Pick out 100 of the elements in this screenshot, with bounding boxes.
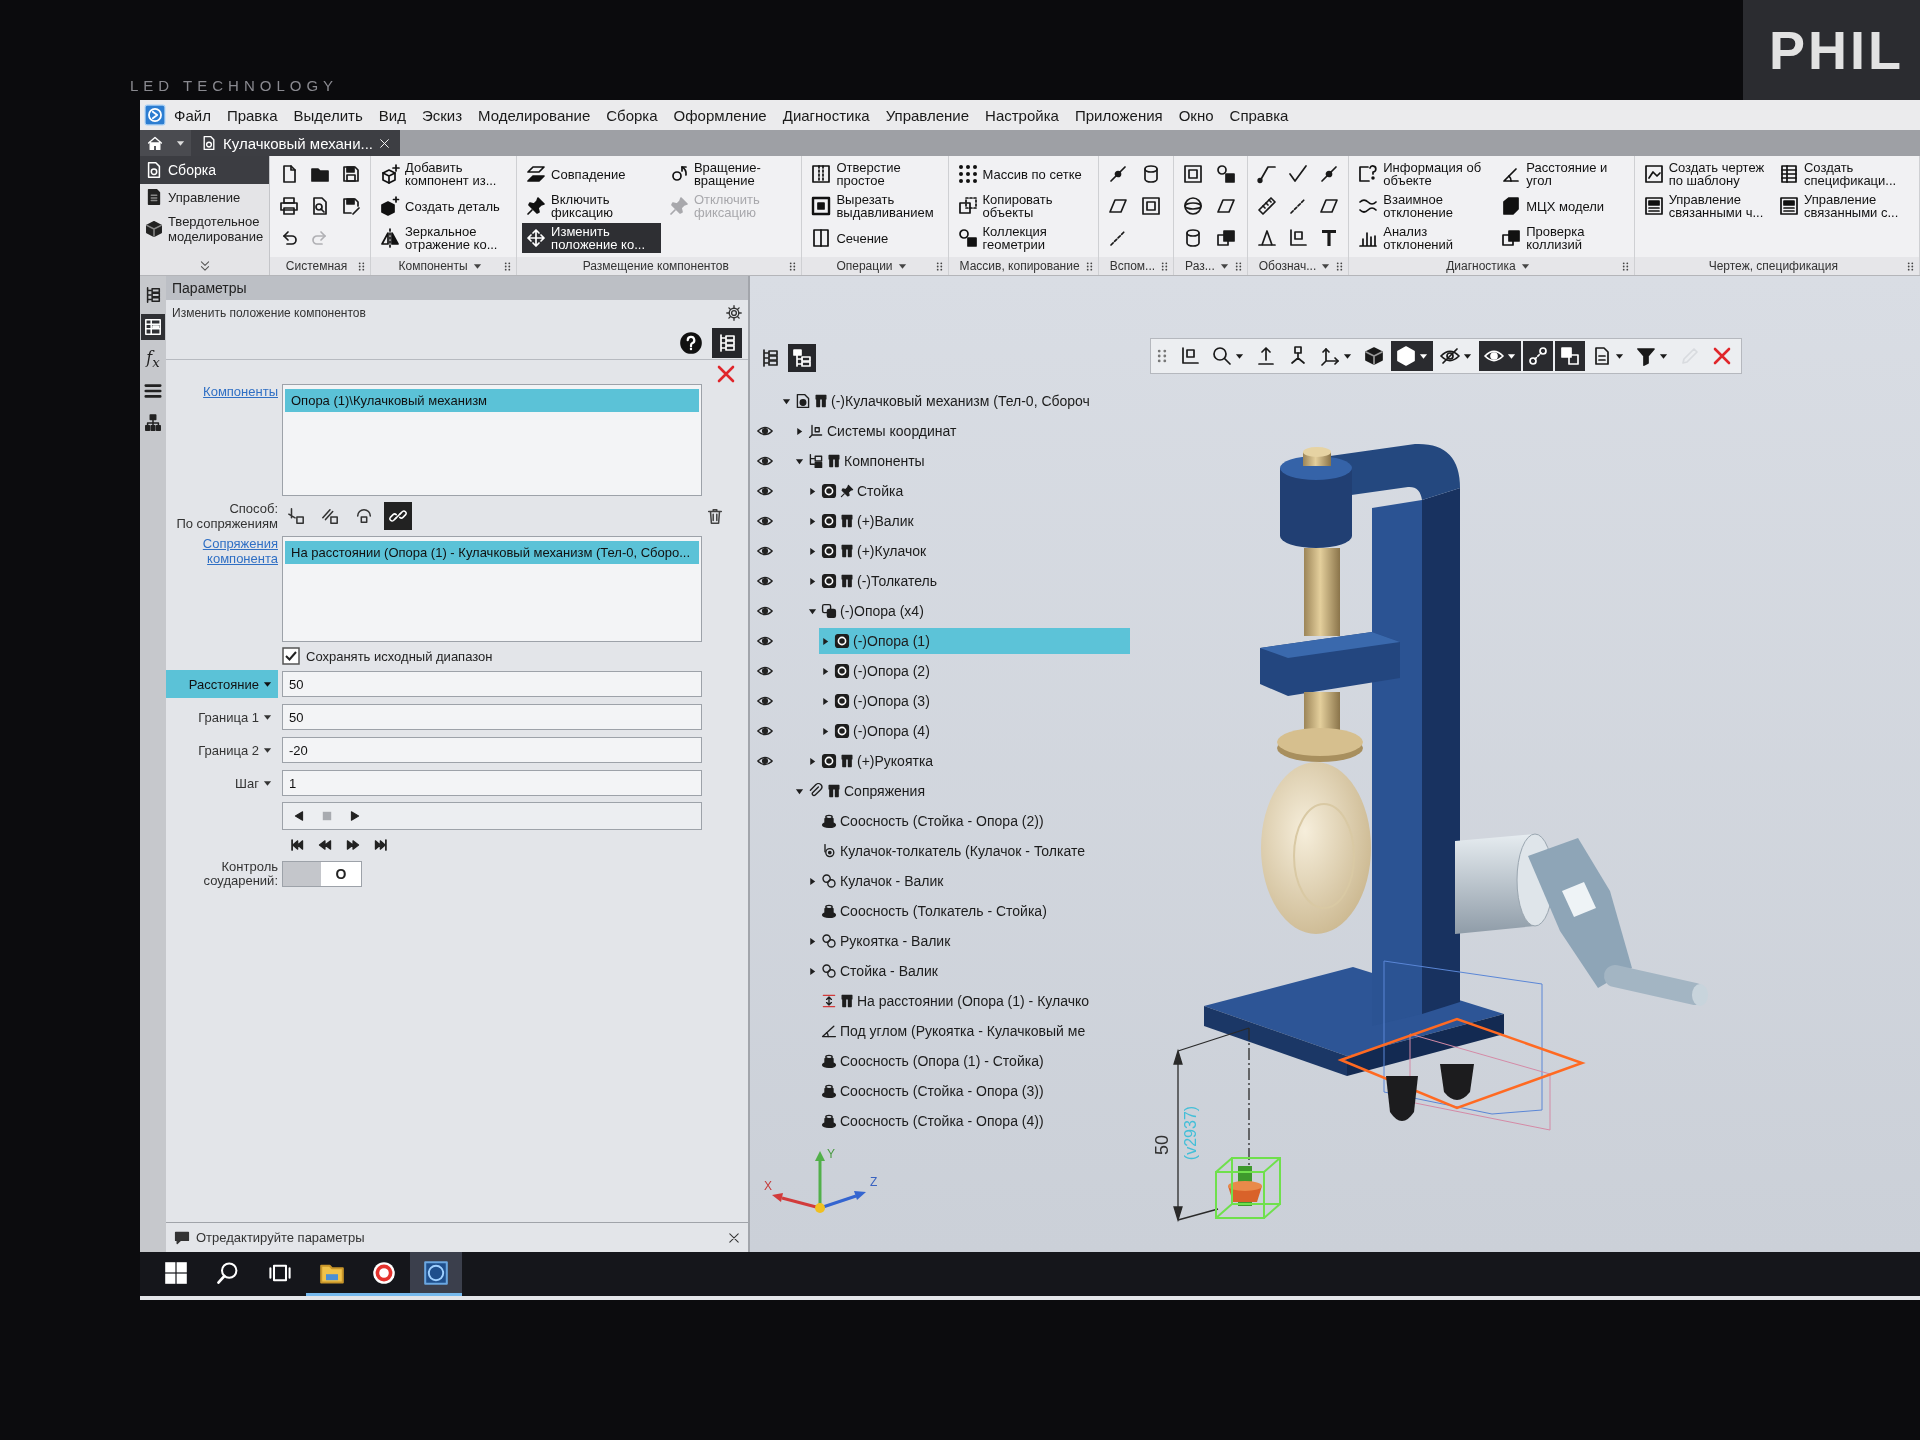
side-toolbar-button[interactable]: [141, 314, 165, 340]
ribbon-button[interactable]: Массив по сетке: [953, 159, 1093, 189]
ribbon-button[interactable]: Добавить компонент из...: [376, 159, 512, 189]
tree-item[interactable]: Соосность (Стойка - Опора (3)): [806, 1078, 1130, 1104]
tree-item[interactable]: (-)Опора (2): [819, 658, 1130, 684]
grip-icon[interactable]: [1160, 261, 1170, 271]
ribbon-button[interactable]: Управление связанными с...: [1775, 191, 1914, 221]
ribbon-mode-tab[interactable]: Управление: [140, 184, 269, 210]
tree-item[interactable]: (+)Валик: [806, 508, 1130, 534]
components-link[interactable]: Компоненты: [203, 384, 278, 399]
menu-item[interactable]: Оформление: [665, 106, 775, 124]
grip-icon[interactable]: [1084, 261, 1094, 271]
delete-button[interactable]: [706, 507, 724, 525]
menu-item[interactable]: Файл: [166, 106, 219, 124]
parameter-dropdown[interactable]: Шаг: [166, 769, 278, 797]
value-field[interactable]: 50: [282, 671, 702, 697]
grip-icon[interactable]: [934, 261, 944, 271]
menu-item[interactable]: Выделить: [285, 106, 371, 124]
collapsed-arrow-icon[interactable]: [794, 426, 804, 436]
tree-item[interactable]: На расстоянии (Опора (1) - Кулачко: [806, 988, 1130, 1014]
fast-forward-button[interactable]: [346, 838, 360, 852]
ribbon-button[interactable]: Создать спецификаци...: [1775, 159, 1914, 189]
close-icon[interactable]: [379, 137, 391, 149]
collapsed-arrow-icon[interactable]: [807, 936, 817, 946]
taskbar-button[interactable]: [410, 1252, 462, 1296]
collapsed-arrow-icon[interactable]: [807, 876, 817, 886]
menu-item[interactable]: Настройка: [977, 106, 1067, 124]
mates-link[interactable]: Сопряжения компонента: [166, 536, 278, 566]
ribbon-button[interactable]: Управление связанными ч...: [1639, 191, 1771, 221]
ribbon-mode-tab[interactable]: Сборка: [140, 156, 269, 184]
parameter-dropdown[interactable]: Расстояние: [166, 670, 278, 698]
method-button[interactable]: [384, 502, 412, 530]
view-toolbar-button[interactable]: [1479, 341, 1521, 371]
collision-toggle[interactable]: O: [282, 861, 362, 887]
ribbon-button[interactable]: Зеркальное отражение ко...: [376, 223, 512, 253]
tree-item[interactable]: (-)Опора (4): [819, 718, 1130, 744]
expanded-arrow-icon[interactable]: [794, 786, 804, 796]
collapsed-arrow-icon[interactable]: [807, 516, 817, 526]
caret-icon[interactable]: [897, 261, 907, 271]
tree-item[interactable]: Соосность (Стойка - Опора (4)): [806, 1108, 1130, 1134]
structure-toggle-button[interactable]: [712, 327, 742, 358]
tree-item[interactable]: (-)Толкатель: [806, 568, 1130, 594]
menu-item[interactable]: Управление: [877, 106, 978, 124]
expanded-arrow-icon[interactable]: [807, 606, 817, 616]
collapsed-arrow-icon[interactable]: [820, 636, 830, 646]
caret-icon[interactable]: [1219, 261, 1229, 271]
tree-item[interactable]: Стойка: [806, 478, 1130, 504]
ribbon-button[interactable]: Расстояние и угол: [1497, 159, 1629, 189]
caret-icon[interactable]: [1520, 261, 1530, 271]
rewind-button[interactable]: [318, 838, 332, 852]
view-toolbar-button[interactable]: [1391, 341, 1433, 371]
ribbon-button[interactable]: Совпадение: [522, 159, 661, 189]
menu-item[interactable]: Правка: [218, 106, 286, 124]
value-field[interactable]: 1: [282, 770, 702, 796]
ribbon-button[interactable]: Изменить положение ко...: [522, 223, 661, 253]
settings-icon[interactable]: [726, 305, 742, 321]
parameter-dropdown[interactable]: Граница 2: [166, 736, 278, 764]
value-field[interactable]: 50: [282, 704, 702, 730]
collapsed-arrow-icon[interactable]: [820, 666, 830, 676]
document-tab[interactable]: Кулачковый механи...: [191, 130, 401, 156]
ribbon-button[interactable]: Анализ отклонений: [1354, 223, 1494, 253]
menu-item[interactable]: Окно: [1170, 106, 1222, 124]
ribbon-button[interactable]: Взаимное отклонение: [1354, 191, 1494, 221]
menu-item[interactable]: Моделирование: [470, 106, 599, 124]
tree-item[interactable]: Кулачок - Валик: [806, 868, 1130, 894]
checkbox[interactable]: [282, 647, 300, 665]
step-forward-button[interactable]: [349, 810, 361, 822]
tree-item[interactable]: Рукоятка - Валик: [806, 928, 1130, 954]
caret-icon[interactable]: [472, 261, 482, 271]
tree-item[interactable]: Соосность (Стойка - Опора (2)): [806, 808, 1130, 834]
grip-icon[interactable]: [1335, 261, 1345, 271]
step-backward-button[interactable]: [293, 810, 305, 822]
double-chevron-icon[interactable]: [198, 260, 211, 272]
skip-to-end-button[interactable]: [374, 838, 388, 852]
tree-item[interactable]: Соосность (Опора (1) - Стойка): [806, 1048, 1130, 1074]
close-button[interactable]: [716, 364, 736, 384]
ribbon-button[interactable]: Отверстие простое: [807, 159, 943, 189]
collapsed-arrow-icon[interactable]: [820, 726, 830, 736]
side-toolbar-button[interactable]: f$_{x}$: [141, 346, 165, 372]
tree-item[interactable]: Под углом (Рукоятка - Кулачковый ме: [806, 1018, 1130, 1044]
collapsed-arrow-icon[interactable]: [807, 546, 817, 556]
tree-item[interactable]: (-)Опора (3): [819, 688, 1130, 714]
tree-item[interactable]: (+)Кулачок: [806, 538, 1130, 564]
collapsed-arrow-icon[interactable]: [807, 966, 817, 976]
menu-item[interactable]: Вид: [370, 106, 414, 124]
tree-item[interactable]: Сопряжения: [793, 778, 1130, 804]
ribbon-button[interactable]: Коллекция геометрии: [953, 223, 1093, 253]
tree-item[interactable]: (-)Опора (x4): [806, 598, 1130, 624]
close-button[interactable]: [728, 1231, 740, 1244]
ribbon-button[interactable]: Копировать объекты: [953, 191, 1093, 221]
grip-icon[interactable]: [503, 261, 513, 271]
menu-item[interactable]: Приложения: [1066, 106, 1171, 124]
ribbon-button[interactable]: Создать чертеж по шаблону: [1639, 159, 1771, 189]
list-item[interactable]: На расстоянии (Опора (1) - Кулачковый механизм (Тел-0, Сборо...: [285, 541, 699, 564]
tree-toolbar-button[interactable]: [788, 344, 816, 372]
collapsed-arrow-icon[interactable]: [807, 486, 817, 496]
expanded-arrow-icon[interactable]: [794, 456, 804, 466]
grip-icon[interactable]: [1906, 261, 1915, 271]
parameter-dropdown[interactable]: Граница 1: [166, 703, 278, 731]
ribbon-mode-tab[interactable]: Твердотельное моделирование: [140, 210, 269, 248]
